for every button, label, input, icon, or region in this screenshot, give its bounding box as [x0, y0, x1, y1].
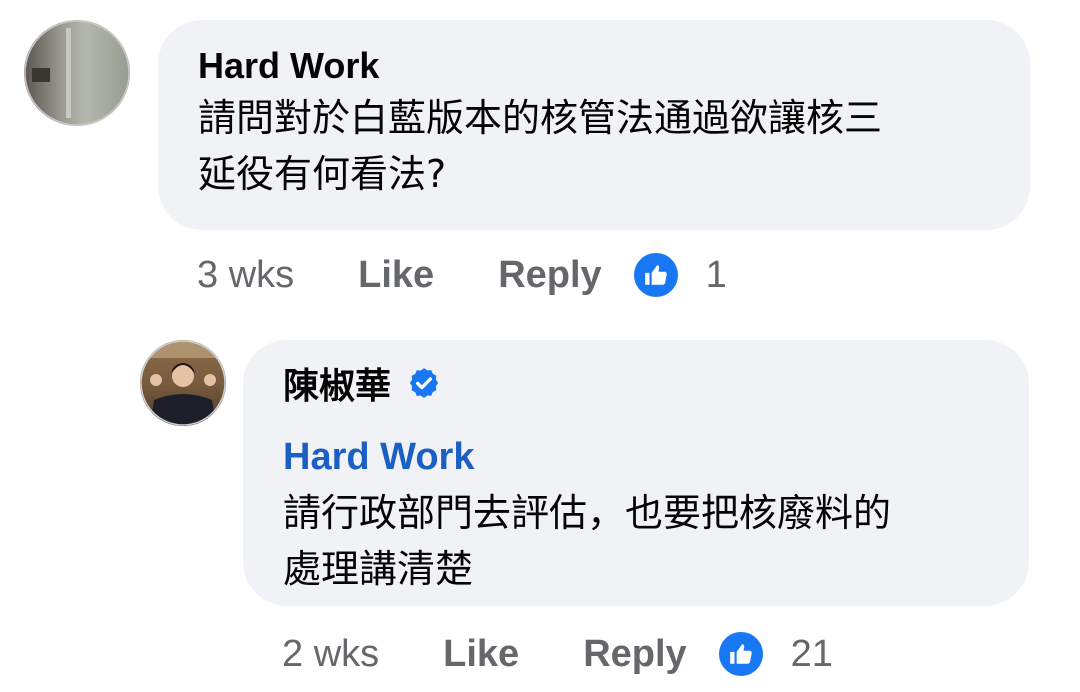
comment-timestamp[interactable]: 3 wks — [197, 253, 294, 297]
comment-actions: 3 wks Like Reply 1 — [197, 253, 727, 297]
reply-mention-link[interactable]: Hard Work — [283, 435, 1029, 479]
reply-author[interactable]: 陳椒華 — [283, 365, 391, 406]
avatar-photo — [24, 20, 130, 126]
reply-reaction-count[interactable]: 21 — [791, 632, 833, 676]
verified-badge-icon — [407, 366, 441, 416]
reply-timestamp[interactable]: 2 wks — [282, 632, 379, 676]
reply-author-row: 陳椒華 — [283, 366, 1029, 419]
comment-text: 請問對於白藍版本的核管法通過欲讓核三 延役有何看法? — [198, 96, 883, 196]
comment-reaction-count[interactable]: 1 — [706, 253, 727, 297]
thumbs-up-icon[interactable] — [718, 632, 763, 676]
comment-like-button[interactable]: Like — [358, 253, 434, 297]
comment-author[interactable]: Hard Work — [198, 46, 1030, 86]
comment-reply-button[interactable]: Reply — [498, 253, 601, 297]
reply-bubble: 陳椒華 Hard Work 請行政部門去評估，也要把核廢料的 處理講清楚 — [243, 340, 1029, 606]
thumbs-up-icon[interactable] — [633, 253, 678, 297]
reply-like-button[interactable]: Like — [443, 632, 519, 676]
comment-bubble: Hard Work 請問對於白藍版本的核管法通過欲讓核三 延役有何看法? — [158, 20, 1030, 230]
comment-thread: Hard Work 請問對於白藍版本的核管法通過欲讓核三 延役有何看法? 3 w… — [0, 0, 1080, 692]
reply-actions: 2 wks Like Reply 21 — [282, 632, 833, 676]
reply-reply-button[interactable]: Reply — [583, 632, 686, 676]
reply-text: 請行政部門去評估，也要把核廢料的 處理講清楚 — [283, 490, 892, 591]
commenter-avatar[interactable] — [24, 20, 130, 126]
replier-avatar[interactable] — [140, 340, 226, 426]
avatar-photo — [140, 340, 226, 426]
